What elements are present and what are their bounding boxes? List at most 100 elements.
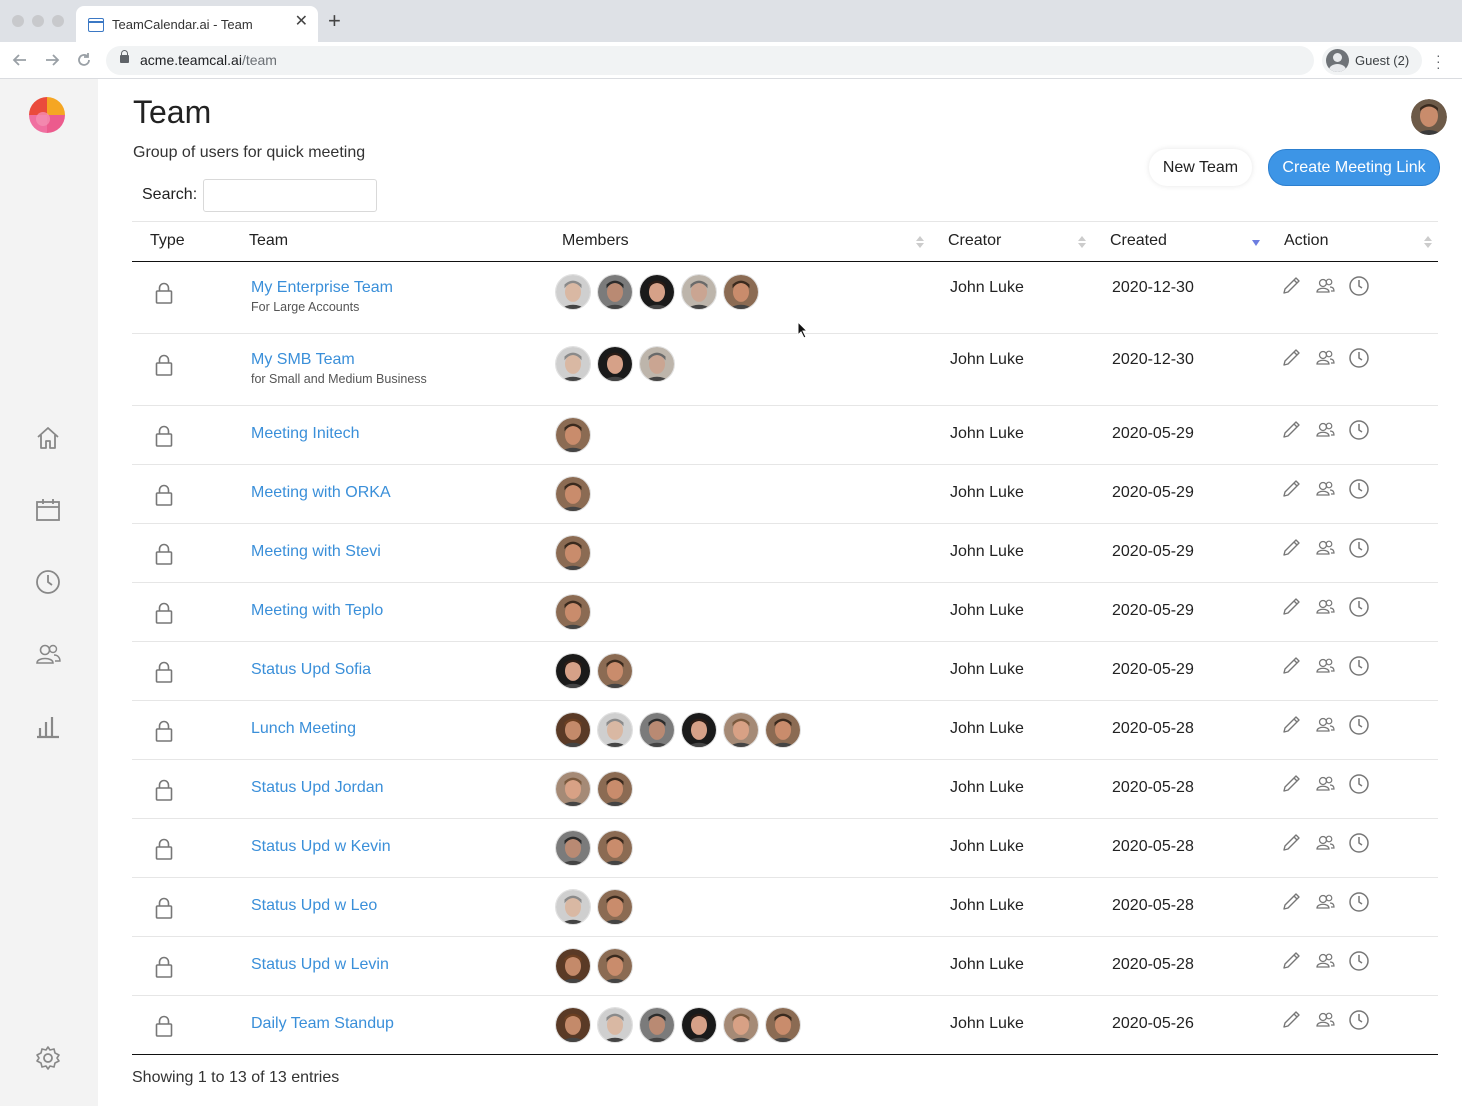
edit-team-pencil-icon[interactable] [1280, 478, 1302, 500]
profile-button[interactable]: Guest (2) [1322, 46, 1422, 75]
member-avatar[interactable] [597, 274, 633, 310]
schedule-clock-icon[interactable] [1348, 347, 1370, 369]
members-team-icon[interactable] [1314, 714, 1336, 736]
member-avatar[interactable] [597, 653, 633, 689]
new-tab-button[interactable]: + [328, 10, 341, 32]
member-avatar[interactable] [555, 346, 591, 382]
schedule-clock-icon[interactable] [1348, 832, 1370, 854]
member-avatar[interactable] [681, 1007, 717, 1043]
new-team-button[interactable]: New Team [1149, 149, 1252, 186]
edit-team-pencil-icon[interactable] [1280, 773, 1302, 795]
member-avatar[interactable] [681, 712, 717, 748]
member-avatar[interactable] [555, 476, 591, 512]
edit-team-pencil-icon[interactable] [1280, 1009, 1302, 1031]
members-team-icon[interactable] [1314, 537, 1336, 559]
schedule-clock-icon[interactable] [1348, 537, 1370, 559]
team-name-link[interactable]: Meeting with ORKA [251, 484, 391, 502]
team-name-link[interactable]: Daily Team Standup [251, 1015, 394, 1033]
members-team-icon[interactable] [1314, 478, 1336, 500]
member-avatar[interactable] [555, 594, 591, 630]
app-logo[interactable] [27, 95, 67, 135]
schedule-clock-icon[interactable] [1348, 596, 1370, 618]
schedule-clock-icon[interactable] [1348, 773, 1370, 795]
column-header-action[interactable]: Action [1284, 232, 1328, 250]
members-team-icon[interactable] [1314, 950, 1336, 972]
member-avatar[interactable] [765, 712, 801, 748]
column-header-type[interactable]: Type [150, 232, 185, 250]
sort-members-icon[interactable] [916, 236, 924, 250]
schedule-clock-icon[interactable] [1348, 478, 1370, 500]
team-icon[interactable] [34, 640, 62, 668]
reload-icon[interactable] [76, 52, 92, 68]
members-team-icon[interactable] [1314, 832, 1336, 854]
member-avatar[interactable] [597, 346, 633, 382]
edit-team-pencil-icon[interactable] [1280, 655, 1302, 677]
team-name-link[interactable]: Status Upd w Levin [251, 956, 389, 974]
edit-team-pencil-icon[interactable] [1280, 275, 1302, 297]
member-avatar[interactable] [555, 535, 591, 571]
url-field[interactable]: acme.teamcal.ai/team [106, 46, 1314, 75]
members-team-icon[interactable] [1314, 655, 1336, 677]
member-avatar[interactable] [639, 346, 675, 382]
members-team-icon[interactable] [1314, 773, 1336, 795]
member-avatar[interactable] [597, 712, 633, 748]
schedule-clock-icon[interactable] [1348, 275, 1370, 297]
member-avatar[interactable] [597, 889, 633, 925]
team-name-link[interactable]: Lunch Meeting [251, 720, 356, 738]
column-header-team[interactable]: Team [249, 232, 288, 250]
search-input[interactable] [203, 179, 377, 212]
home-icon[interactable] [34, 424, 62, 452]
edit-team-pencil-icon[interactable] [1280, 832, 1302, 854]
sort-action-icon[interactable] [1424, 236, 1432, 250]
forward-arrow-icon[interactable] [44, 52, 60, 68]
edit-team-pencil-icon[interactable] [1280, 596, 1302, 618]
schedule-clock-icon[interactable] [1348, 1009, 1370, 1031]
member-avatar[interactable] [555, 889, 591, 925]
team-name-link[interactable]: Status Upd w Leo [251, 897, 377, 915]
back-arrow-icon[interactable] [12, 52, 28, 68]
team-name-link[interactable]: Meeting with Teplo [251, 602, 383, 620]
team-name-link[interactable]: My SMB Team [251, 351, 355, 369]
team-name-link[interactable]: Meeting with Stevi [251, 543, 381, 561]
team-name-link[interactable]: Status Upd Jordan [251, 779, 384, 797]
members-team-icon[interactable] [1314, 419, 1336, 441]
edit-team-pencil-icon[interactable] [1280, 714, 1302, 736]
edit-team-pencil-icon[interactable] [1280, 537, 1302, 559]
member-avatar[interactable] [555, 653, 591, 689]
window-zoom-dot[interactable] [52, 15, 64, 27]
member-avatar[interactable] [639, 274, 675, 310]
member-avatar[interactable] [597, 948, 633, 984]
create-meeting-link-button[interactable]: Create Meeting Link [1268, 149, 1440, 186]
member-avatar[interactable] [555, 274, 591, 310]
members-team-icon[interactable] [1314, 891, 1336, 913]
column-header-members[interactable]: Members [562, 232, 629, 250]
column-header-created[interactable]: Created [1110, 232, 1167, 250]
member-avatar[interactable] [555, 712, 591, 748]
edit-team-pencil-icon[interactable] [1280, 950, 1302, 972]
schedule-clock-icon[interactable] [1348, 950, 1370, 972]
schedule-clock-icon[interactable] [1348, 419, 1370, 441]
member-avatar[interactable] [639, 1007, 675, 1043]
schedule-clock-icon[interactable] [1348, 891, 1370, 913]
edit-team-pencil-icon[interactable] [1280, 347, 1302, 369]
clock-icon[interactable] [34, 568, 62, 596]
member-avatar[interactable] [681, 274, 717, 310]
member-avatar[interactable] [723, 712, 759, 748]
team-name-link[interactable]: Status Upd Sofia [251, 661, 371, 679]
team-name-link[interactable]: Status Upd w Kevin [251, 838, 391, 856]
window-minimize-dot[interactable] [32, 15, 44, 27]
member-avatar[interactable] [765, 1007, 801, 1043]
team-name-link[interactable]: Meeting Initech [251, 425, 360, 443]
sort-desc-icon[interactable] [1252, 240, 1260, 246]
edit-team-pencil-icon[interactable] [1280, 891, 1302, 913]
member-avatar[interactable] [597, 1007, 633, 1043]
member-avatar[interactable] [555, 830, 591, 866]
column-header-creator[interactable]: Creator [948, 232, 1001, 250]
member-avatar[interactable] [555, 417, 591, 453]
calendar-icon[interactable] [34, 496, 62, 524]
members-team-icon[interactable] [1314, 347, 1336, 369]
tab-close-icon[interactable]: ✕ [295, 14, 308, 30]
browser-menu-icon[interactable]: · · · [1436, 48, 1441, 74]
members-team-icon[interactable] [1314, 275, 1336, 297]
member-avatar[interactable] [597, 830, 633, 866]
